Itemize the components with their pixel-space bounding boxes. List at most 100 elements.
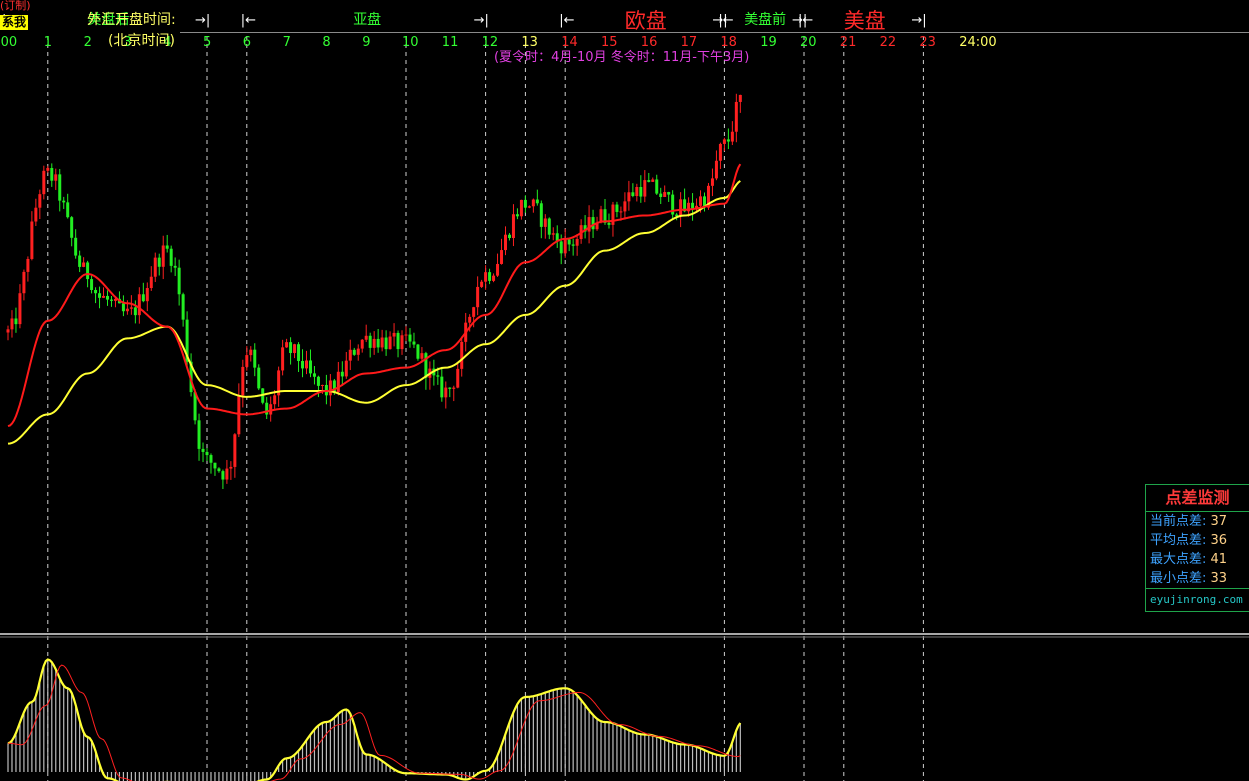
candle (141, 282, 145, 303)
candle (504, 226, 507, 256)
candle (444, 381, 448, 409)
candle (149, 266, 153, 291)
candle (623, 192, 627, 220)
candle (94, 287, 98, 304)
candle (277, 366, 281, 407)
candle (555, 225, 559, 248)
candle (547, 217, 551, 240)
candle (249, 346, 253, 362)
candle (14, 307, 18, 333)
candle (98, 286, 102, 309)
spread-value: 33 (1210, 571, 1228, 586)
hour-label: 15 (601, 35, 618, 50)
candle (647, 172, 651, 183)
candle (42, 165, 46, 200)
hour-label: 1 (44, 35, 52, 50)
hour-label: 7 (283, 35, 291, 50)
candle (74, 229, 78, 259)
candle (726, 128, 730, 150)
candle (356, 344, 360, 361)
candle (34, 198, 38, 227)
candle (54, 168, 58, 190)
candle (269, 396, 273, 422)
candle (324, 374, 328, 405)
candle (615, 201, 619, 218)
candle (671, 190, 675, 219)
candle (281, 339, 285, 376)
candle (30, 211, 34, 261)
candle (480, 279, 484, 288)
hour-label: 0:00 (0, 35, 17, 50)
candle (360, 338, 364, 353)
candle (265, 397, 269, 420)
candle (714, 150, 718, 181)
candle (718, 142, 722, 169)
candle (233, 433, 237, 478)
candle (181, 292, 185, 327)
hour-label: 18 (720, 35, 737, 50)
candle (348, 339, 352, 371)
candle (667, 191, 671, 202)
hour-label: 10 (402, 35, 419, 50)
candle (102, 287, 106, 299)
candle (308, 349, 312, 378)
candle (10, 310, 14, 338)
candle (531, 198, 535, 213)
candle (563, 228, 567, 258)
ma-fast-line (7, 163, 742, 428)
spread-site-link[interactable]: eyujinrong.com (1146, 588, 1249, 611)
hour-label: 8 (322, 35, 330, 50)
candle (364, 324, 368, 343)
candle (460, 336, 464, 377)
candle (46, 165, 50, 173)
hour-label: 13 (521, 35, 538, 50)
candle (663, 185, 667, 198)
candle (551, 227, 555, 241)
spread-value: 37 (1210, 514, 1228, 529)
candle (651, 177, 655, 182)
candle (169, 245, 173, 273)
candle (213, 462, 217, 476)
candle (297, 342, 301, 373)
hour-label: 24:00 (959, 35, 996, 50)
spread-monitor-title: 点差监测 (1146, 485, 1249, 512)
candle (710, 168, 714, 197)
hour-label: 23 (919, 35, 936, 50)
candle (205, 448, 209, 461)
candle (340, 361, 344, 386)
dst-note: (夏令时：4月-10月 冬令时：11月-下午3月) (494, 50, 750, 65)
candle (730, 121, 734, 146)
candle (519, 199, 523, 220)
corner-badge[interactable]: 系我 (0, 15, 29, 30)
hour-label: 14 (561, 35, 578, 50)
candlestick-series (6, 93, 742, 489)
candle (253, 343, 257, 377)
candle (507, 233, 511, 241)
price-chart[interactable]: 0:00123456789101112131415161718192021222… (0, 0, 1249, 781)
candle (229, 461, 233, 480)
candle (734, 93, 738, 143)
candle (153, 252, 157, 283)
spread-row-min: 最小点差: 33 (1146, 569, 1249, 588)
session-end-marker: →| (911, 13, 926, 28)
candle (515, 208, 519, 220)
candle (396, 330, 400, 358)
candle (408, 328, 412, 348)
session-start-marker: |← (718, 13, 733, 28)
hour-label: 19 (760, 35, 777, 50)
candle (627, 180, 631, 211)
candle (106, 290, 109, 306)
candle (352, 347, 356, 356)
ma-slow-line (7, 180, 741, 445)
candle (237, 383, 241, 438)
open-time-label: 外汇开盘时间: (87, 12, 176, 28)
candle (109, 296, 113, 307)
candle (691, 193, 695, 221)
hour-label: 17 (681, 35, 698, 50)
candle (400, 330, 404, 355)
candle (245, 346, 249, 371)
session-name: 美盘前 (744, 11, 786, 28)
spread-row-max: 最大点差: 41 (1146, 550, 1249, 569)
candle (527, 205, 531, 209)
candle (488, 268, 492, 285)
